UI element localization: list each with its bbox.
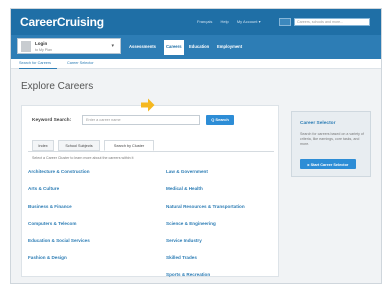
language-link[interactable]: Français — [197, 19, 212, 24]
cluster-link[interactable]: Law & Government — [166, 169, 208, 174]
cluster-link[interactable]: Business & Finance — [28, 204, 72, 209]
header-links: Français Help My Account ▾ — [197, 19, 268, 24]
tab-divider — [28, 151, 274, 152]
chevron-down-icon[interactable]: ▾ — [111, 43, 114, 49]
arrow-pointer-icon — [141, 98, 155, 112]
tab-employment[interactable]: Employment — [217, 44, 242, 49]
tab-careers[interactable]: Careers — [164, 40, 184, 55]
tab-school-subjects[interactable]: School Subjects — [58, 140, 100, 151]
main-nav: Login to My Plan ▾ Assessments Careers E… — [11, 35, 381, 59]
browser-content: CareerCruising Français Help My Account … — [10, 8, 382, 284]
career-selector-title: Career Selector — [300, 121, 336, 126]
cluster-link[interactable]: Arts & Culture — [28, 186, 59, 191]
help-link[interactable]: Help — [220, 19, 228, 24]
keyword-search-input[interactable]: Enter a career name — [82, 115, 200, 125]
cluster-link[interactable]: Architecture & Construction — [28, 169, 90, 174]
tab-index[interactable]: Index — [32, 140, 54, 151]
subnav-career-selector[interactable]: Career Selector — [67, 61, 94, 65]
start-career-selector-button[interactable]: ▸ Start Career Selector — [300, 159, 356, 169]
avatar — [21, 41, 31, 52]
cluster-link[interactable]: Computers & Telecom — [28, 221, 76, 226]
tab-education[interactable]: Education — [189, 44, 209, 49]
tab-assessments[interactable]: Assessments — [129, 44, 156, 49]
cluster-link[interactable]: Sports & Recreation — [166, 272, 210, 277]
career-selector-description: Search for careers based on a variety of… — [300, 132, 364, 146]
user-subtitle: to My Plan — [35, 48, 52, 52]
search-button[interactable]: Q Search — [206, 115, 234, 125]
cluster-link-medical-health[interactable]: Medical & Health — [166, 186, 203, 191]
cluster-link[interactable]: Fashion & Design — [28, 255, 67, 260]
cluster-link[interactable]: Education & Social Services — [28, 238, 90, 243]
keyword-search-label: Keyword Search: — [32, 118, 72, 123]
my-account-link[interactable]: My Account ▾ — [237, 19, 261, 24]
user-name: Login — [35, 41, 48, 46]
sub-navigation: Search for Careers Career Selector — [11, 59, 381, 69]
careercruising-logo[interactable]: CareerCruising — [20, 15, 104, 29]
search-scope-icon[interactable] — [279, 18, 291, 26]
explore-panel: Keyword Search: Enter a career name Q Se… — [21, 105, 279, 277]
header-search-input[interactable]: Careers, schools and more... — [294, 18, 370, 26]
user-menu[interactable]: Login to My Plan ▾ — [17, 38, 121, 54]
page-title: Explore Careers — [21, 81, 94, 92]
top-header: CareerCruising Français Help My Account … — [11, 9, 381, 35]
active-subnav-underline — [19, 68, 57, 69]
cluster-link[interactable]: Service Industry — [166, 238, 202, 243]
cluster-link[interactable]: Skilled Trades — [166, 255, 197, 260]
career-selector-panel: Career Selector Search for careers based… — [291, 111, 371, 177]
cluster-link[interactable]: Natural Resources & Transportation — [166, 204, 245, 209]
cluster-instructions: Select a Career Cluster to learn more ab… — [32, 156, 134, 160]
tab-search-by-cluster[interactable]: Search by Cluster — [104, 140, 154, 151]
cluster-link[interactable]: Science & Engineering — [166, 221, 216, 226]
subnav-search-careers[interactable]: Search for Careers — [19, 61, 51, 65]
